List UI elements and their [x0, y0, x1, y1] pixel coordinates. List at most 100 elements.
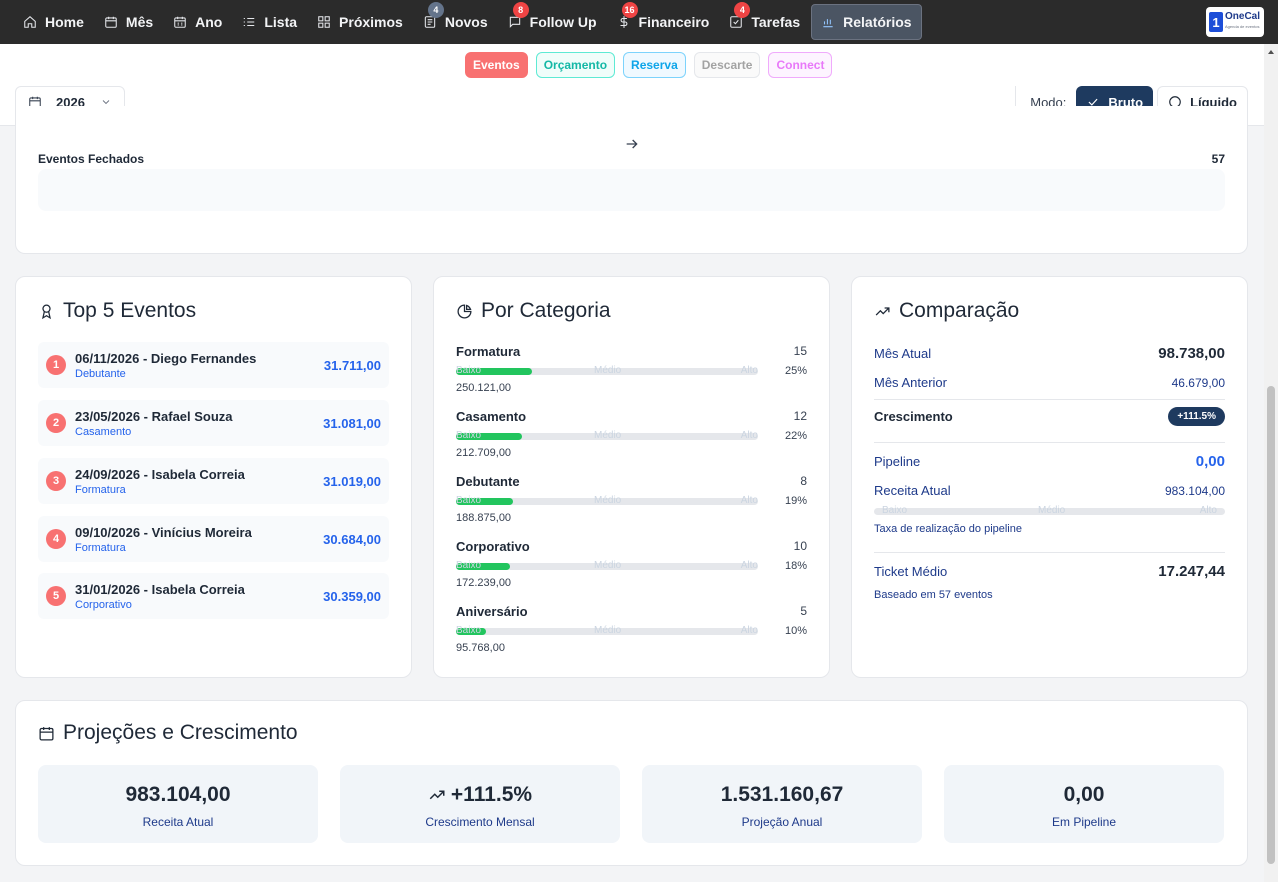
rank-badge: 1 [46, 355, 66, 375]
eventos-fechados-label: Eventos Fechados [38, 152, 145, 166]
eventos-fechados-value: 57 [1211, 152, 1225, 166]
nav-ano[interactable]: Ano [164, 4, 231, 40]
top5-item-name: 24/09/2026 - Isabela Correia [75, 466, 245, 482]
nav-lista[interactable]: Lista [233, 4, 306, 40]
ticket-label: Ticket Médio [874, 564, 948, 579]
top5-item-name: 06/11/2026 - Diego Fernandes [75, 350, 257, 366]
bar-label-mid: Médio [594, 429, 622, 441]
chip-connect[interactable]: Connect [768, 52, 833, 78]
proj-receita-value: 983.104,00 [125, 783, 231, 806]
top5-item-name: 31/01/2026 - Isabela Correia [75, 581, 245, 597]
chip-eventos[interactable]: Eventos [465, 52, 528, 78]
receita-label: Receita Atual [874, 483, 951, 498]
grid-icon [318, 16, 330, 28]
top5-item[interactable]: 2 23/05/2026 - Rafael Souza Casamento 31… [38, 400, 389, 446]
top5-title: Top 5 Eventos [38, 299, 196, 323]
divider [874, 552, 1225, 553]
chip-descarte[interactable]: Descarte [693, 52, 761, 78]
bar-label-low: Baixo [456, 429, 482, 441]
top5-item-category: Formatura [75, 483, 126, 496]
categoria-bar-row: Baixo Médio Alto 25% [456, 365, 807, 377]
categoria-bar: Baixo Médio Alto [456, 559, 758, 571]
top5-item[interactable]: 1 06/11/2026 - Diego Fernandes Debutante… [38, 342, 389, 388]
nav-ano-label: Ano [195, 14, 223, 30]
bar-label-high: Alto [740, 364, 758, 376]
bar-chart-icon [823, 19, 833, 28]
proj-receita-label: Receita Atual [142, 815, 214, 829]
nav-mes-label: Mês [125, 14, 154, 30]
nav-followup-label: Follow Up [529, 14, 597, 30]
eventos-fechados-row: Eventos Fechados 57 [38, 152, 1225, 166]
nav-relatorios[interactable]: Relatórios [811, 4, 922, 40]
arrow-right-icon[interactable] [624, 136, 640, 152]
top5-item[interactable]: 5 31/01/2026 - Isabela Correia Corporati… [38, 573, 389, 619]
ticket-value: 17.247,44 [1158, 563, 1225, 580]
nav-followup[interactable]: 8 Follow Up [499, 2, 606, 40]
nav-relatorios-label: Relatórios [843, 14, 912, 30]
pipeline-bar-labels: Baixo Médio Alto [874, 505, 1225, 517]
proj-crescimento-label: Crescimento Mensal [425, 815, 535, 829]
scrollbar-thumb[interactable] [1267, 386, 1275, 864]
logo-subtitle: Agenda de eventos [1225, 24, 1260, 29]
bar-label-low: Baixo [456, 364, 482, 376]
scroll-up-arrow-icon[interactable] [1267, 48, 1275, 56]
nav-proximos-label: Próximos [339, 14, 403, 30]
nav-mes[interactable]: Mês [95, 4, 162, 40]
categoria-bar-row: Baixo Médio Alto 22% [456, 430, 807, 442]
proj-anual-box: 1.531.160,67 Projeção Anual [642, 765, 922, 843]
categoria-bar-row: Baixo Médio Alto 19% [456, 495, 807, 507]
categoria-item-head: Debutante 8 [456, 474, 807, 489]
categoria-title: Por Categoria [456, 299, 611, 323]
nav-novos[interactable]: 4 Novos [414, 2, 497, 40]
categoria-card: Por Categoria Formatura 15 Baixo Médio Alto 2… [433, 276, 830, 678]
categoria-bar: Baixo Médio Alto [456, 429, 758, 441]
mes-atual-row: Mês Atual 98.738,00 [874, 345, 1225, 362]
bar-label-high: Alto [740, 429, 758, 441]
nav-followup-badge: 8 [512, 2, 529, 18]
top5-item-name: 23/05/2026 - Rafael Souza [75, 408, 233, 424]
categoria-name: Corporativo [456, 539, 530, 554]
proj-crescimento-value-row: +111.5% [340, 783, 620, 807]
categoria-pct: 18% [784, 560, 807, 572]
nav-proximos[interactable]: Próximos [308, 4, 412, 40]
categoria-name: Debutante [456, 474, 520, 489]
proj-anual-value: 1.531.160,67 [720, 783, 844, 806]
nav-tarefas[interactable]: 4 Tarefas [720, 2, 809, 40]
categoria-count: 5 [800, 604, 807, 618]
proj-receita-box: 983.104,00 Receita Atual [38, 765, 318, 843]
bar-label-mid: Médio [594, 559, 622, 571]
nav-financeiro[interactable]: 16 Financeiro [608, 2, 719, 40]
crescimento-badge: +111.5% [1168, 407, 1225, 426]
categoria-bar-row: Baixo Médio Alto 18% [456, 560, 807, 572]
bar-label-mid: Médio [1038, 505, 1066, 516]
top5-item-value: 31.019,00 [323, 473, 381, 489]
categoria-pct: 22% [784, 430, 807, 442]
nav-lista-label: Lista [264, 14, 298, 30]
rank-badge: 5 [46, 586, 66, 606]
top5-item-text: 09/10/2026 - Vinícius Moreira Formatura [75, 525, 323, 554]
categoria-item: Corporativo 10 Baixo Médio Alto 18% 172.239,00 [456, 539, 807, 599]
nav-home[interactable]: Home [14, 4, 93, 40]
categoria-item-head: Formatura 15 [456, 344, 807, 359]
categoria-item-head: Aniversário 5 [456, 604, 807, 619]
categoria-name: Casamento [456, 409, 527, 424]
top5-item[interactable]: 4 09/10/2026 - Vinícius Moreira Formatur… [38, 516, 389, 562]
nav-financeiro-badge: 16 [621, 2, 638, 18]
categoria-item-head: Corporativo 10 [456, 539, 807, 554]
categoria-name: Aniversário [456, 604, 528, 619]
top5-item-category: Debutante [75, 367, 126, 380]
top5-card: Top 5 Eventos 1 06/11/2026 - Diego Ferna… [15, 276, 412, 678]
top-nav: Home Mês Ano Lista Próximos 4 Novos 8 Fo… [0, 0, 1278, 44]
categoria-item: Formatura 15 Baixo Médio Alto 25% 250.121,00 [456, 344, 807, 404]
bar-label-high: Alto [740, 559, 758, 571]
chip-reserva[interactable]: Reserva [623, 52, 686, 78]
top5-item-value: 30.684,00 [323, 531, 381, 547]
onecal-logo[interactable]: 1 OneCal Agenda de eventos [1206, 7, 1264, 37]
crescimento-row: Crescimento +111.5% [874, 407, 1225, 426]
categoria-item-head: Casamento 12 [456, 409, 807, 424]
chip-orcamento[interactable]: Orçamento [535, 52, 616, 78]
top5-item-category: Casamento [75, 425, 132, 438]
top5-title-text: Top 5 Eventos [63, 299, 197, 322]
top5-item[interactable]: 3 24/09/2026 - Isabela Correia Formatura… [38, 458, 389, 504]
top5-item-category: Formatura [75, 541, 126, 554]
